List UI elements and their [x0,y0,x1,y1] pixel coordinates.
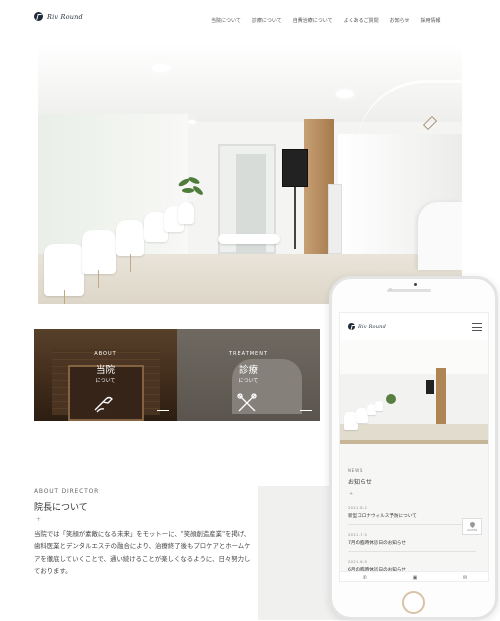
logo-mark-icon [348,323,355,330]
card-about[interactable]: ABOUT 当院 について [34,329,177,421]
logo-mark-icon [34,12,43,21]
plus-icon: + [36,516,42,523]
news-label: NEWS [348,468,364,473]
nav-item-treatment[interactable]: 診療について [252,17,282,24]
card-about-sub: について [95,378,116,384]
nav-item-news[interactable]: お知らせ [390,17,410,24]
card-about-title: 当院 [95,365,115,376]
nav-item-faq[interactable]: よくあるご質問 [344,17,379,24]
access-label: ACCESS [466,528,478,532]
main-nav: 当院について 診療について 自費治療について よくあるご質問 お知らせ 採用情報 [211,17,441,24]
card-treatment-en: TREATMENT [228,351,269,357]
nav-item-about[interactable]: 当院について [211,17,241,24]
nav-item-self-pay[interactable]: 自費治療について [293,17,333,24]
news-item[interactable]: 2021.8.2 新型コロナウィルス予防について [348,506,476,525]
news-date: 2021.6.5 [348,560,368,564]
phone-screen: Riv Round NEWS お知らせ + 2021.8.2 新型コロナウィルス… [339,312,489,582]
tooth-tool-icon [94,396,113,413]
phone-speaker [387,289,431,292]
news-item-title: 7月の臨時休診日のお知らせ [348,541,406,546]
logo-text: Riv Round [47,12,83,21]
map-pin-icon [468,520,476,528]
phone-logo[interactable]: Riv Round [348,323,386,330]
card-about-en: ABOUT [94,351,117,357]
more-line-icon [300,410,312,411]
plus-icon: + [349,491,354,497]
about-director-title: 院長について [34,503,88,513]
news-date: 2021.7.5 [348,533,368,537]
site-logo[interactable]: Riv Round [34,12,83,21]
phone-camera [389,288,392,291]
phone-tab-bar: ✆ ▣ ✉ [340,571,488,581]
card-treatment[interactable]: TREATMENT 診療 について [177,329,320,421]
hero-image [38,44,462,304]
hamburger-menu-icon[interactable] [472,323,482,331]
news-title: お知らせ [348,479,372,486]
phone-mockup: Riv Round NEWS お知らせ + 2021.8.2 新型コロナウィルス… [329,276,498,620]
card-treatment-sub: について [238,378,259,384]
dental-tools-icon [237,393,257,412]
card-treatment-title: 診療 [238,365,258,376]
phone-home-button [402,591,425,614]
phone-sensor [414,283,417,286]
phone-news-section: NEWS お知らせ + 2021.8.2 新型コロナウィルス予防について 202… [340,444,488,581]
news-item[interactable]: 2021.7.5 7月の臨時休診日のお知らせ [348,533,476,552]
phone-hero-image [340,340,488,444]
about-director-label: ABOUT DIRECTOR [34,488,100,495]
news-date: 2021.8.2 [348,506,368,510]
access-button[interactable]: ACCESS [462,518,482,535]
phone-logo-text: Riv Round [358,323,386,330]
nav-item-recruit[interactable]: 採用情報 [421,17,441,24]
news-item-title: 新型コロナウィルス予防について [348,514,417,519]
phone-icon[interactable]: ✆ [363,575,367,581]
more-line-icon [157,410,169,411]
mail-icon[interactable]: ✉ [463,575,467,581]
calendar-icon[interactable]: ▣ [413,575,418,581]
about-director-text: 当院では「笑顔が素敵になる未来」をモットーに、"笑顔創造産業"を掲げ、歯科医業と… [34,530,251,576]
